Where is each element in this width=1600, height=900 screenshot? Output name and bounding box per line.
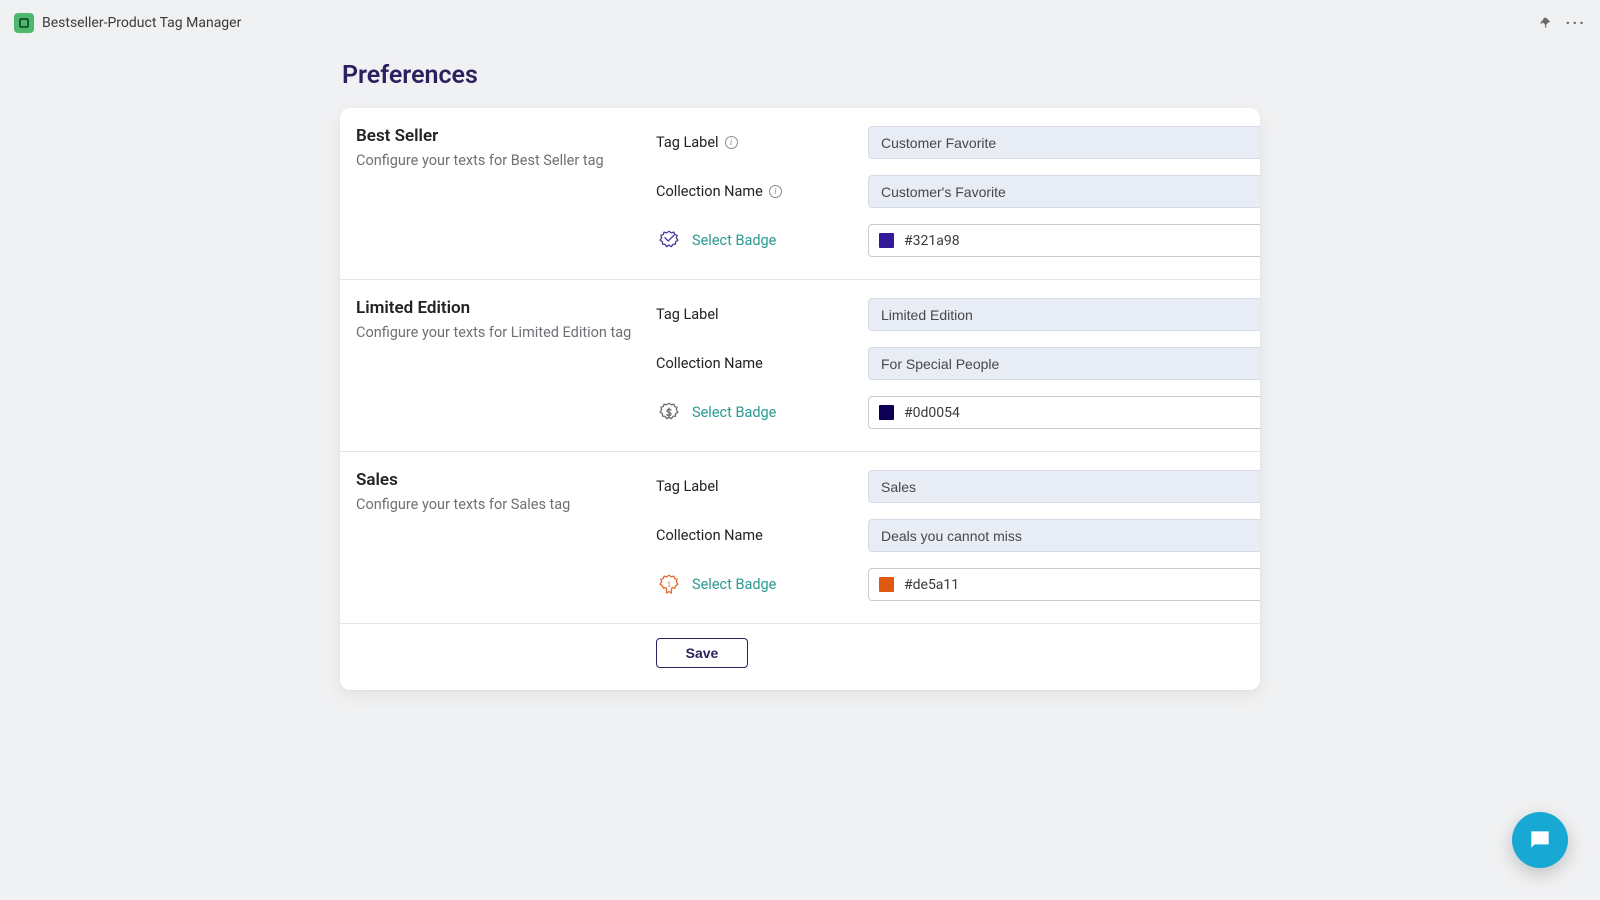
topbar: Bestseller-Product Tag Manager ···: [0, 0, 1600, 45]
pin-icon[interactable]: [1538, 16, 1552, 30]
dollar-seal-icon: [656, 400, 682, 426]
preferences-card: Best Seller Configure your texts for Bes…: [340, 108, 1260, 690]
section-right: Tag Label Collection Name: [656, 470, 1260, 601]
color-input[interactable]: #de5a11: [868, 568, 1260, 601]
tag-label-input[interactable]: [868, 298, 1260, 331]
color-swatch: [879, 577, 894, 592]
field-label: Collection Name: [656, 355, 856, 372]
field-label: Collection Name: [656, 527, 856, 544]
row-collection-name: Collection Name i: [656, 175, 1260, 208]
page: Preferences Best Seller Configure your t…: [0, 45, 1600, 900]
info-icon[interactable]: i: [725, 136, 738, 149]
color-input[interactable]: #321a98: [868, 224, 1260, 257]
label-text: Tag Label: [656, 306, 719, 323]
collection-name-input[interactable]: [868, 347, 1260, 380]
section-right: Tag Label i Collection Name i: [656, 126, 1260, 257]
chat-icon: [1527, 827, 1553, 853]
section-subtitle: Configure your texts for Limited Edition…: [356, 324, 632, 341]
field-label: Collection Name i: [656, 183, 856, 200]
label-text: Collection Name: [656, 183, 763, 200]
section-subtitle: Configure your texts for Sales tag: [356, 496, 632, 513]
label-text: Tag Label: [656, 478, 719, 495]
app-icon: [14, 13, 34, 33]
section-left: Best Seller Configure your texts for Bes…: [356, 126, 656, 257]
select-badge-link[interactable]: Select Badge: [692, 232, 776, 249]
section-left: Sales Configure your texts for Sales tag: [356, 470, 656, 601]
section-title: Limited Edition: [356, 298, 632, 318]
save-button[interactable]: Save: [656, 638, 748, 668]
award-icon: 1: [656, 572, 682, 598]
badge-col: Select Badge: [656, 228, 856, 254]
chat-fab[interactable]: [1512, 812, 1568, 868]
svg-text:1: 1: [667, 579, 671, 588]
section-limited-edition: Limited Edition Configure your texts for…: [340, 280, 1260, 452]
color-swatch: [879, 405, 894, 420]
row-tag-label: Tag Label: [656, 298, 1260, 331]
save-row: Save: [340, 624, 1260, 690]
topbar-left: Bestseller-Product Tag Manager: [14, 13, 241, 33]
collection-name-input[interactable]: [868, 175, 1260, 208]
row-tag-label: Tag Label: [656, 470, 1260, 503]
content: Preferences Best Seller Configure your t…: [340, 61, 1260, 900]
app-title: Bestseller-Product Tag Manager: [42, 15, 241, 31]
label-text: Tag Label: [656, 134, 719, 151]
more-icon[interactable]: ···: [1566, 13, 1586, 32]
field-label: Tag Label: [656, 306, 856, 323]
tag-label-input[interactable]: [868, 126, 1260, 159]
field-label: Tag Label: [656, 478, 856, 495]
section-left: Limited Edition Configure your texts for…: [356, 298, 656, 429]
page-title: Preferences: [342, 61, 1260, 90]
color-swatch: [879, 233, 894, 248]
row-badge: Select Badge #321a98: [656, 224, 1260, 257]
label-text: Collection Name: [656, 527, 763, 544]
color-hex: #de5a11: [904, 577, 959, 593]
row-badge: Select Badge #0d0054: [656, 396, 1260, 429]
info-icon[interactable]: i: [769, 185, 782, 198]
topbar-right: ···: [1538, 13, 1586, 32]
row-collection-name: Collection Name: [656, 347, 1260, 380]
field-label: Tag Label i: [656, 134, 856, 151]
section-title: Sales: [356, 470, 632, 490]
section-right: Tag Label Collection Name: [656, 298, 1260, 429]
row-badge: 1 Select Badge #de5a11: [656, 568, 1260, 601]
row-tag-label: Tag Label i: [656, 126, 1260, 159]
select-badge-link[interactable]: Select Badge: [692, 404, 776, 421]
badge-col: 1 Select Badge: [656, 572, 856, 598]
section-best-seller: Best Seller Configure your texts for Bes…: [340, 108, 1260, 280]
color-hex: #0d0054: [904, 405, 960, 421]
color-hex: #321a98: [904, 233, 960, 249]
tag-label-input[interactable]: [868, 470, 1260, 503]
section-subtitle: Configure your texts for Best Seller tag: [356, 152, 632, 169]
label-text: Collection Name: [656, 355, 763, 372]
ribbon-icon: [656, 228, 682, 254]
section-title: Best Seller: [356, 126, 632, 146]
select-badge-link[interactable]: Select Badge: [692, 576, 776, 593]
badge-col: Select Badge: [656, 400, 856, 426]
section-sales: Sales Configure your texts for Sales tag…: [340, 452, 1260, 624]
row-collection-name: Collection Name: [656, 519, 1260, 552]
collection-name-input[interactable]: [868, 519, 1260, 552]
color-input[interactable]: #0d0054: [868, 396, 1260, 429]
